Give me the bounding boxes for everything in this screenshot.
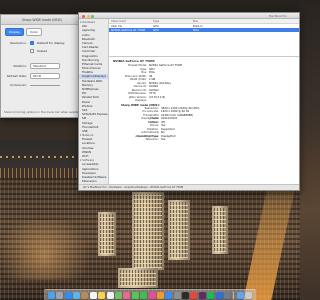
app-store-icon[interactable] (165, 291, 173, 299)
video-card-table: Video Card Type Bus Intel Iris GPU Built-I… (109, 19, 299, 57)
finder-icon[interactable] (47, 291, 55, 299)
default-for-display-label: Default for display (37, 41, 65, 45)
scaled-row: Scaled (1, 47, 83, 55)
table-rows: Intel Iris GPU Built-In NVIDIA GeForce GT 7… (109, 24, 299, 33)
rotation-row: Rotation: Standard (1, 61, 83, 71)
property-key: Displays: (135, 99, 147, 102)
facetime-icon[interactable] (140, 291, 148, 299)
trash-icon[interactable] (245, 291, 253, 299)
sidebar-item[interactable]: Graphics/Displays (79, 74, 108, 79)
terminal-icon[interactable] (182, 291, 190, 299)
gpu-properties: NVIDIA GeForce GT 750M: Chipset Model: NV… (109, 57, 299, 144)
contacts-icon[interactable] (81, 291, 89, 299)
table-cell: NVIDIA GeForce GT 750M (111, 27, 145, 32)
underscan-slider[interactable] (30, 84, 60, 86)
zoom-button[interactable] (91, 14, 94, 18)
minimize-button[interactable] (86, 14, 90, 18)
calendar-icon[interactable] (89, 291, 97, 299)
gpu-property-list: Chipset Model: NVIDIA GeForce GT 750M Type… (113, 64, 295, 103)
notes-icon[interactable] (98, 291, 106, 299)
reminders-icon[interactable] (106, 291, 114, 299)
underscan-row: Underscan: (1, 81, 83, 89)
window-title: MacBook Pro (269, 14, 287, 18)
prefs-tabs: Display Color (1, 25, 83, 39)
dock (44, 289, 256, 300)
sysinfo-body: ▾ Hardware ATA Apple Pay Audio Bluetooth Came… (79, 19, 299, 184)
rotation-select[interactable]: Standard (30, 63, 60, 69)
photos-icon[interactable] (123, 291, 131, 299)
dock-separator (233, 291, 235, 299)
underscan-label: Underscan: (9, 83, 27, 87)
column-header-bus[interactable]: Bus (191, 19, 198, 23)
mirroring-footer: Show mirroring options in the menu bar w… (4, 110, 82, 114)
messages-icon[interactable] (131, 291, 139, 299)
display-property-list: Resolution: 3840 x 2160 (2160p 4K UHD) UI … (113, 107, 295, 142)
prefs-window-title: Sharp WIDE mode (NSIS) (22, 17, 62, 22)
column-header-video-card[interactable]: Video Card (109, 19, 151, 23)
property-key: Television: (145, 138, 160, 141)
wallpaper-tower (118, 268, 158, 288)
default-for-display-radio[interactable] (30, 41, 34, 45)
maps-icon[interactable] (114, 291, 122, 299)
display-preferences-window: Sharp WIDE mode (NSIS) Display Color Res… (0, 14, 84, 118)
property-value: Yes (161, 138, 166, 141)
sysinfo-sidebar: ▾ Hardware ATA Apple Pay Audio Bluetooth Came… (79, 19, 109, 184)
slack-icon[interactable] (198, 291, 206, 299)
table-cell: GPU (153, 27, 159, 32)
system-preferences-icon[interactable] (173, 291, 181, 299)
ibooks-icon[interactable] (156, 291, 164, 299)
scaled-radio[interactable] (30, 49, 34, 53)
table-cell: PCIe (193, 27, 199, 32)
property-value: 4.0.8 [3.2.8] (149, 95, 166, 99)
safari-icon[interactable] (64, 291, 72, 299)
chrome-icon[interactable] (190, 291, 198, 299)
wallpaper-tower (98, 212, 116, 256)
tab-display[interactable]: Display (5, 28, 25, 36)
resolution-label: Resolution: (10, 41, 27, 45)
system-information-icon[interactable] (224, 291, 232, 299)
close-button[interactable] (82, 14, 85, 18)
refresh-row: Refresh Rate: 60 Hz (1, 71, 83, 81)
rotation-label: Rotation: (13, 64, 27, 68)
scaled-label: Scaled (37, 49, 47, 53)
launchpad-icon[interactable] (56, 291, 64, 299)
downloads-stack-icon[interactable] (236, 291, 244, 299)
sysinfo-detail-pane: Video Card Type Bus Intel Iris GPU Built-I… (109, 19, 299, 184)
wallpaper-hill-lights (0, 220, 110, 280)
property-row: Television: Yes (113, 138, 295, 142)
refresh-rate-select[interactable]: 60 Hz (30, 73, 60, 79)
wallpaper-tower (168, 200, 190, 260)
table-row[interactable]: NVIDIA GeForce GT 750M GPU PCIe (109, 27, 299, 33)
column-header-type[interactable]: Type (151, 19, 191, 23)
wallpaper-tower (212, 206, 228, 254)
prefs-titlebar[interactable]: Sharp WIDE mode (NSIS) (1, 15, 83, 25)
path-bar: Jim's MacBook Pro › Hardware › Graphics/… (79, 184, 299, 190)
itunes-icon[interactable] (148, 291, 156, 299)
mail-icon[interactable] (72, 291, 80, 299)
resolution-row: Resolution: Default for display (1, 39, 83, 47)
system-information-window: MacBook Pro ▾ Hardware ATA Apple Pay Audio B… (78, 12, 300, 191)
xcode-icon[interactable] (215, 291, 223, 299)
wallpaper-tower (132, 192, 164, 270)
refresh-rate-label: Refresh Rate: (6, 74, 27, 78)
menu-bar (0, 0, 300, 6)
window-controls (82, 14, 94, 18)
tab-color[interactable]: Color (26, 28, 42, 36)
spotify-icon[interactable] (207, 291, 215, 299)
